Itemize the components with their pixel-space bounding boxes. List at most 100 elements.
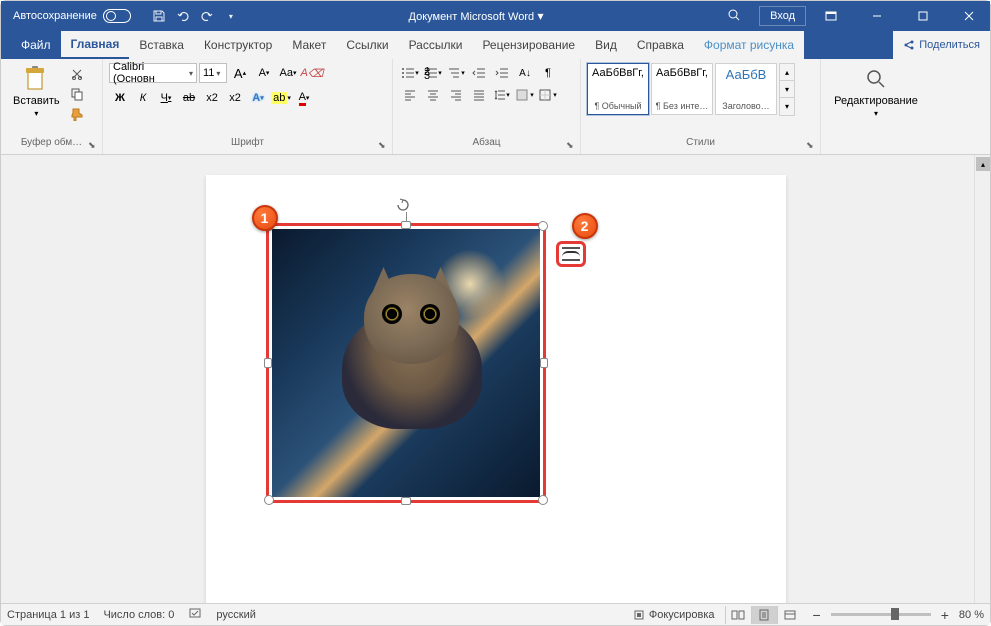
shrink-font-icon[interactable]: A▾ [253,63,275,83]
increase-indent-icon[interactable] [491,63,513,83]
font-color-icon[interactable]: A▾ [293,88,315,108]
ribbon-mode-icon[interactable] [810,1,852,31]
read-mode-icon[interactable] [725,606,751,624]
tab-insert[interactable]: Вставка [129,31,194,59]
rotate-handle-icon[interactable] [395,197,411,213]
style-normal[interactable]: АаБбВвГг, ¶ Обычный [587,63,649,115]
tab-references[interactable]: Ссылки [336,31,398,59]
layout-options-button[interactable] [556,241,586,267]
scroll-up-icon[interactable]: ▴ [976,157,990,171]
font-size-combo[interactable]: 11▾ [199,63,227,83]
resize-handle[interactable] [401,497,411,505]
resize-handle[interactable] [264,358,272,368]
share-button[interactable]: Поделиться [893,31,990,59]
italic-button[interactable]: К [132,88,154,108]
zoom-out-icon[interactable]: − [813,607,821,623]
show-marks-icon[interactable]: ¶ [537,63,559,83]
resize-handle[interactable] [538,495,548,505]
tab-layout[interactable]: Макет [282,31,336,59]
tab-picture-format[interactable]: Формат рисунка [694,31,804,59]
font-name-combo[interactable]: Calibri (Основн▾ [109,63,197,83]
print-layout-icon[interactable] [751,606,777,624]
page-indicator[interactable]: Страница 1 из 1 [7,609,89,621]
clipboard-launcher-icon[interactable]: ⬊ [88,140,100,152]
autosave-toggle[interactable]: Автосохранение [13,9,131,23]
close-icon[interactable] [948,1,990,31]
language-indicator[interactable]: русский [216,609,255,621]
focus-mode[interactable]: Фокусировка [633,609,715,621]
align-center-icon[interactable] [422,85,444,105]
paste-button[interactable]: Вставить ▾ [7,63,66,120]
editing-button[interactable]: Редактирование ▾ [828,63,924,120]
superscript-button[interactable]: x2 [224,88,246,108]
multilevel-icon[interactable]: ▾ [445,63,467,83]
align-left-icon[interactable] [399,85,421,105]
qat-dropdown-icon[interactable]: ▾ [223,8,239,24]
minimize-icon[interactable] [856,1,898,31]
redo-icon[interactable] [199,8,215,24]
page[interactable]: 1 2 [206,175,786,603]
bullets-icon[interactable]: ▾ [399,63,421,83]
ribbon: Вставить ▾ Буфер обм… ⬊ Calibri (Основн▾… [1,59,990,155]
styles-launcher-icon[interactable]: ⬊ [806,140,818,152]
share-label: Поделиться [919,39,980,51]
resize-handle[interactable] [538,221,548,231]
selected-image[interactable] [266,223,546,503]
group-editing: Редактирование ▾ [821,59,931,154]
change-case-icon[interactable]: Aa▾ [277,63,299,83]
tab-design[interactable]: Конструктор [194,31,282,59]
styles-scroll[interactable]: ▴ ▾ ▾ [779,63,795,116]
strikethrough-button[interactable]: ab [178,88,200,108]
styles-more-icon[interactable]: ▾ [780,98,794,115]
tab-review[interactable]: Рецензирование [472,31,585,59]
highlight-icon[interactable]: ab▾ [270,88,292,108]
maximize-icon[interactable] [902,1,944,31]
clipboard-icon [22,65,50,93]
numbering-icon[interactable]: 123▾ [422,63,444,83]
shading-icon[interactable]: ▾ [514,85,536,105]
tab-help[interactable]: Справка [627,31,694,59]
sort-icon[interactable]: A↓ [514,63,536,83]
copy-icon[interactable] [68,85,86,103]
proofing-icon[interactable] [188,606,202,623]
clear-format-icon[interactable]: A⌫ [301,63,323,83]
resize-handle[interactable] [401,221,411,229]
align-right-icon[interactable] [445,85,467,105]
word-count[interactable]: Число слов: 0 [103,609,174,621]
text-effects-icon[interactable]: A▾ [247,88,269,108]
justify-icon[interactable] [468,85,490,105]
vertical-scrollbar[interactable]: ▴ [974,155,990,603]
resize-handle[interactable] [540,358,548,368]
zoom-in-icon[interactable]: + [941,607,949,623]
style-heading1[interactable]: АаБбВ Заголово… [715,63,777,115]
chevron-up-icon[interactable]: ▴ [780,64,794,81]
borders-icon[interactable]: ▾ [537,85,559,105]
format-painter-icon[interactable] [68,105,86,123]
font-launcher-icon[interactable]: ⬊ [378,140,390,152]
group-font-label: Шрифт [109,137,386,150]
undo-icon[interactable] [175,8,191,24]
bold-button[interactable]: Ж [109,88,131,108]
tab-file[interactable]: Файл [11,31,61,59]
tab-view[interactable]: Вид [585,31,627,59]
line-spacing-icon[interactable]: ▾ [491,85,513,105]
subscript-button[interactable]: x2 [201,88,223,108]
web-layout-icon[interactable] [777,606,803,624]
login-button[interactable]: Вход [759,6,806,26]
zoom-level[interactable]: 80 % [959,609,984,621]
resize-handle[interactable] [264,495,274,505]
paragraph-launcher-icon[interactable]: ⬊ [566,140,578,152]
underline-button[interactable]: Ч▾ [155,88,177,108]
tab-home[interactable]: Главная [61,31,130,59]
tab-mailings[interactable]: Рассылки [399,31,473,59]
cut-icon[interactable] [68,65,86,83]
editing-label: Редактирование [834,95,918,107]
zoom-slider[interactable] [831,613,931,616]
save-icon[interactable] [151,8,167,24]
search-icon [862,65,890,93]
decrease-indent-icon[interactable] [468,63,490,83]
chevron-down-icon[interactable]: ▾ [780,81,794,98]
style-no-spacing[interactable]: АаБбВвГг, ¶ Без инте… [651,63,713,115]
grow-font-icon[interactable]: A▴ [229,63,251,83]
search-icon[interactable] [713,8,755,25]
